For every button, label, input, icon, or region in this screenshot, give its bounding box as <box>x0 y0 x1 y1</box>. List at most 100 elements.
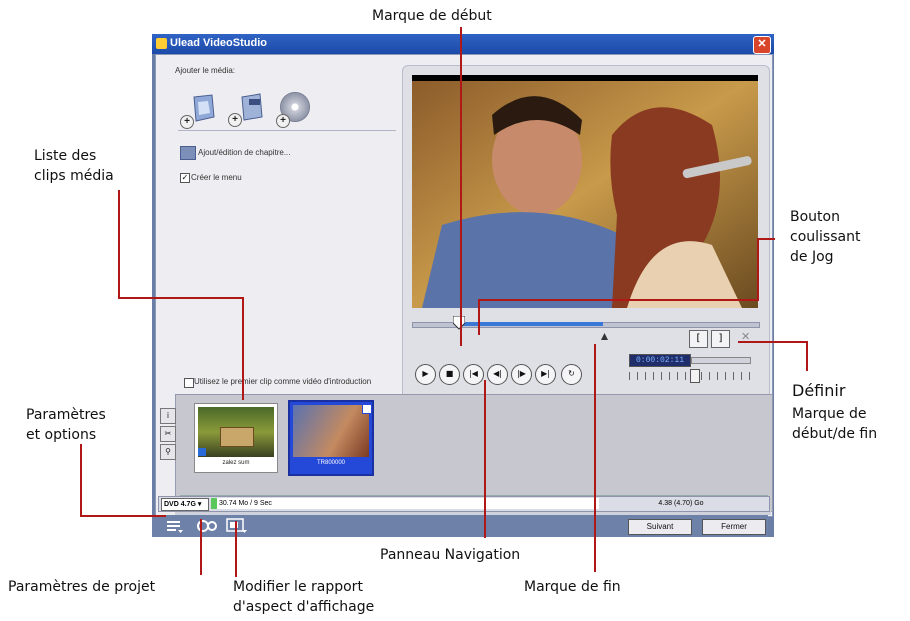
clip-badge-icon <box>198 448 206 456</box>
callout-line-settings <box>80 515 166 517</box>
callout-line-end-marker <box>594 344 596 572</box>
callout-line-jog <box>478 299 480 335</box>
clip-item[interactable]: zalez sum <box>194 403 278 473</box>
callout-line-jog <box>757 238 775 240</box>
next-button[interactable]: Suivant <box>628 519 692 535</box>
capacity-info: 4.38 (4.70) Go <box>658 500 704 507</box>
callout-aspect-1: Modifier le rapport <box>233 579 363 595</box>
stop-button[interactable]: ■ <box>439 364 460 385</box>
callout-line-clip-list <box>242 297 244 400</box>
clip-item-selected[interactable]: TR800000 <box>288 400 374 476</box>
disc-type-value: DVD 4.7G <box>164 501 196 508</box>
repeat-button[interactable]: ↻ <box>561 364 582 385</box>
callout-line-jog <box>478 299 759 301</box>
add-video-button[interactable]: + <box>180 93 218 129</box>
video-preview <box>412 75 758 308</box>
disc-type-select[interactable]: DVD 4.7G ▾ <box>161 498 209 511</box>
intro-checkbox[interactable] <box>184 378 194 388</box>
title-bar: Ulead VideoStudio ✕ <box>152 34 774 54</box>
callout-define-sub-2: début/de fin <box>792 426 878 442</box>
divider <box>178 130 396 131</box>
project-settings-button[interactable] <box>194 518 218 534</box>
scissors-icon: ✂ <box>164 429 172 438</box>
callout-line-nav-panel <box>484 380 486 538</box>
callout-line-clip-list <box>118 190 120 298</box>
create-menu-checkbox[interactable]: ✓ <box>180 173 190 183</box>
gear-icon <box>197 520 217 532</box>
intro-label: Utilisez le premier clip comme vidéo d'i… <box>194 377 372 386</box>
video-frame-image <box>412 75 758 308</box>
chapter-icon <box>180 146 196 160</box>
callout-settings-2: et options <box>26 427 97 443</box>
app-icon <box>156 38 167 49</box>
clip-name: TR800000 <box>316 460 346 466</box>
info-button[interactable]: i <box>160 408 176 424</box>
volume-bar[interactable] <box>691 357 751 364</box>
go-end-button[interactable]: ▶| <box>535 364 556 385</box>
callout-nav-panel: Panneau Navigation <box>380 547 521 563</box>
plus-icon: + <box>228 113 242 127</box>
app-window: Ulead VideoStudio ✕ Ajouter le média: + … <box>152 34 774 537</box>
play-button[interactable]: ▶ <box>415 364 436 385</box>
clip-thumbnail-sign <box>220 427 254 447</box>
repeat-icon: ↻ <box>568 369 575 378</box>
go-end-icon: ▶| <box>541 369 550 378</box>
callout-clip-list-1: Liste des <box>34 148 97 164</box>
disc-usage-bar: 30.74 Mo / 9 Sec <box>211 498 599 509</box>
prev-frame-icon: ◀| <box>493 369 502 378</box>
chapter-edit-link[interactable]: Ajout/édition de chapitre... <box>198 148 291 157</box>
clip-thumbnail <box>198 407 274 457</box>
callout-line-settings <box>80 444 82 517</box>
chevron-down-icon: ▾ <box>197 501 202 508</box>
close-window-button[interactable]: ✕ <box>753 36 771 54</box>
callout-line-clip-list <box>118 297 243 299</box>
zoom-icon: ⚲ <box>165 447 171 456</box>
settings-button[interactable]: ✂ <box>160 426 176 442</box>
bottom-toolbar: Suivant Fermer <box>152 515 768 537</box>
disc-info-bar: DVD 4.7G ▾ 30.74 Mo / 9 Sec 4.38 (4.70) … <box>158 496 770 512</box>
callout-line-aspect-ratio <box>235 521 237 577</box>
start-marker-handle[interactable] <box>452 315 466 330</box>
callout-line-project-settings <box>200 519 202 575</box>
mark-out-button[interactable]: ] <box>711 330 730 348</box>
callout-settings-1: Paramètres <box>26 407 106 423</box>
callout-line-start-marker <box>460 27 462 346</box>
zoom-button[interactable]: ⚲ <box>160 444 176 460</box>
add-vob-button[interactable]: + <box>228 91 266 127</box>
callout-define: Définir <box>792 381 846 400</box>
timecode-display[interactable]: 0:00:02:11 <box>629 354 691 367</box>
callout-clip-list-2: clips média <box>34 168 114 184</box>
plus-icon: + <box>180 115 194 129</box>
go-start-button[interactable]: |◀ <box>463 364 484 385</box>
size-info: 30.74 Mo / 9 Sec <box>219 500 272 507</box>
clip-badge-icon <box>362 404 372 414</box>
trim-selection <box>460 322 603 326</box>
callout-define-sub-1: Marque de <box>792 406 867 422</box>
media-clip-list: i ✂ ⚲ zalez sum TR800000 <box>160 394 773 512</box>
mark-in-button[interactable]: [ <box>689 330 708 348</box>
end-marker-handle[interactable] <box>601 325 608 340</box>
next-frame-button[interactable]: |▶ <box>511 364 532 385</box>
callout-project-settings: Paramètres de projet <box>8 579 156 595</box>
plus-icon: + <box>276 114 290 128</box>
list-settings-icon <box>167 521 183 533</box>
clip-thumbnail <box>293 405 369 457</box>
callout-jog-1: Bouton <box>790 209 840 225</box>
aspect-ratio-button[interactable] <box>226 518 248 534</box>
aspect-ratio-icon <box>226 518 247 533</box>
jog-slider[interactable] <box>690 369 700 383</box>
callout-jog-3: de Jog <box>790 249 834 265</box>
settings-options-button[interactable] <box>166 519 184 533</box>
go-start-icon: |◀ <box>469 369 478 378</box>
callout-line-define <box>806 341 808 371</box>
close-button[interactable]: Fermer <box>702 519 766 535</box>
callout-start-marker: Marque de début <box>372 8 492 24</box>
callout-aspect-2: d'aspect d'affichage <box>233 599 375 615</box>
next-frame-icon: |▶ <box>517 369 526 378</box>
create-menu-label: Créer le menu <box>191 173 242 182</box>
prev-frame-button[interactable]: ◀| <box>487 364 508 385</box>
callout-jog-2: coulissant <box>790 229 861 245</box>
stop-icon: ■ <box>445 369 454 378</box>
add-disc-button[interactable]: + <box>276 92 314 128</box>
play-icon: ▶ <box>422 369 429 378</box>
